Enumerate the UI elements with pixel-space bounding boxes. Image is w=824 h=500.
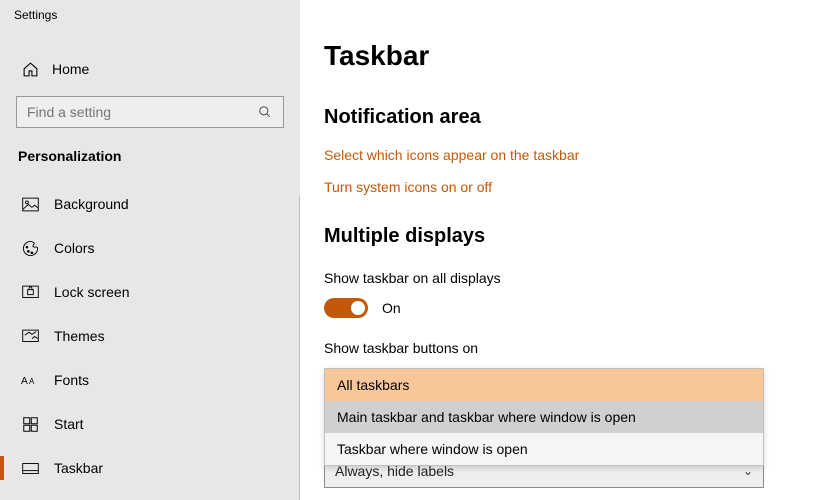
search-input-wrap[interactable] (16, 96, 284, 128)
sidebar-item-colors[interactable]: Colors (0, 226, 300, 270)
themes-icon (20, 329, 40, 344)
main-panel: Taskbar Notification area Select which i… (300, 0, 824, 500)
toggle-state-text: On (382, 300, 401, 316)
settings-window: Settings Home (0, 0, 824, 500)
section-multiple-displays: Multiple displays (324, 225, 800, 248)
picture-icon (20, 197, 40, 212)
sidebar-item-background[interactable]: Background (0, 182, 300, 226)
fonts-icon: A A (20, 373, 40, 388)
sidebar-item-label: Lock screen (54, 284, 129, 300)
sidebar-item-label: Taskbar (54, 460, 103, 476)
link-select-icons[interactable]: Select which icons appear on the taskbar (324, 147, 800, 163)
sidebar-item-label: Background (54, 196, 129, 212)
sidebar-category: Personalization (0, 142, 300, 182)
sidebar-home[interactable]: Home (0, 50, 300, 88)
chevron-down-icon: ⌄ (743, 464, 753, 478)
dropdown-option-all-taskbars[interactable]: All taskbars (325, 369, 763, 401)
page-title: Taskbar (324, 40, 800, 72)
sidebar: Settings Home (0, 0, 300, 500)
sidebar-item-label: Fonts (54, 372, 89, 388)
svg-text:A: A (29, 377, 35, 386)
sidebar-item-fonts[interactable]: A A Fonts (0, 358, 300, 402)
sidebar-item-lockscreen[interactable]: Lock screen (0, 270, 300, 314)
dropdown-listbox: All taskbars Main taskbar and taskbar wh… (324, 368, 764, 466)
start-icon (20, 417, 40, 432)
palette-icon (20, 240, 40, 257)
search-icon (257, 105, 273, 119)
taskbar-icon (20, 462, 40, 475)
sidebar-item-label: Start (54, 416, 84, 432)
dropdown-option-main-and-open[interactable]: Main taskbar and taskbar where window is… (325, 401, 763, 433)
link-system-icons[interactable]: Turn system icons on or off (324, 179, 800, 195)
sidebar-item-start[interactable]: Start (0, 402, 300, 446)
label-show-buttons-on: Show taskbar buttons on (324, 340, 800, 356)
sidebar-item-label: Colors (54, 240, 94, 256)
dropdown-option-where-open[interactable]: Taskbar where window is open (325, 433, 763, 465)
search-input[interactable] (27, 104, 257, 120)
sidebar-home-label: Home (52, 61, 89, 77)
svg-text:A: A (21, 376, 28, 387)
sidebar-item-label: Themes (54, 328, 105, 344)
sidebar-item-themes[interactable]: Themes (0, 314, 300, 358)
label-show-taskbar-all: Show taskbar on all displays (324, 270, 800, 286)
home-icon (20, 61, 40, 78)
toggle-show-taskbar-all[interactable] (324, 298, 368, 318)
lockscreen-icon (20, 285, 40, 300)
sidebar-item-taskbar[interactable]: Taskbar (0, 446, 300, 490)
show-buttons-on-dropdown[interactable]: All taskbars Main taskbar and taskbar wh… (324, 368, 764, 466)
window-title: Settings (0, 0, 300, 22)
sidebar-nav: Background Colors (0, 182, 300, 490)
toggle-knob (351, 301, 365, 315)
section-notification-area: Notification area (324, 106, 800, 129)
